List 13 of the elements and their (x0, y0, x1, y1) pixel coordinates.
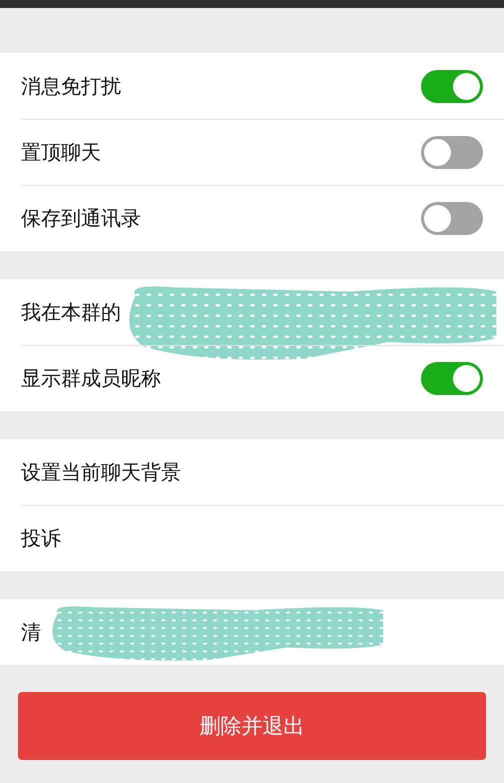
toggle-switch[interactable] (421, 70, 483, 102)
toggle-switch[interactable] (421, 136, 483, 168)
setting-label: 我在本群的 (21, 298, 121, 326)
setting-label: 置顶聊天 (21, 138, 101, 166)
setting-label: 清 (21, 618, 41, 646)
setting-label: 消息免打扰 (21, 72, 121, 100)
delete-and-exit-button[interactable]: 删除并退出 (18, 692, 486, 760)
setting-label: 投诉 (21, 524, 61, 552)
toggle-switch[interactable] (421, 202, 483, 234)
toggle-switch[interactable] (421, 362, 483, 394)
setting-label: 显示群成员昵称 (21, 364, 161, 392)
setting-label: 保存到通讯录 (21, 204, 141, 232)
setting-label: 设置当前聊天背景 (21, 458, 181, 486)
